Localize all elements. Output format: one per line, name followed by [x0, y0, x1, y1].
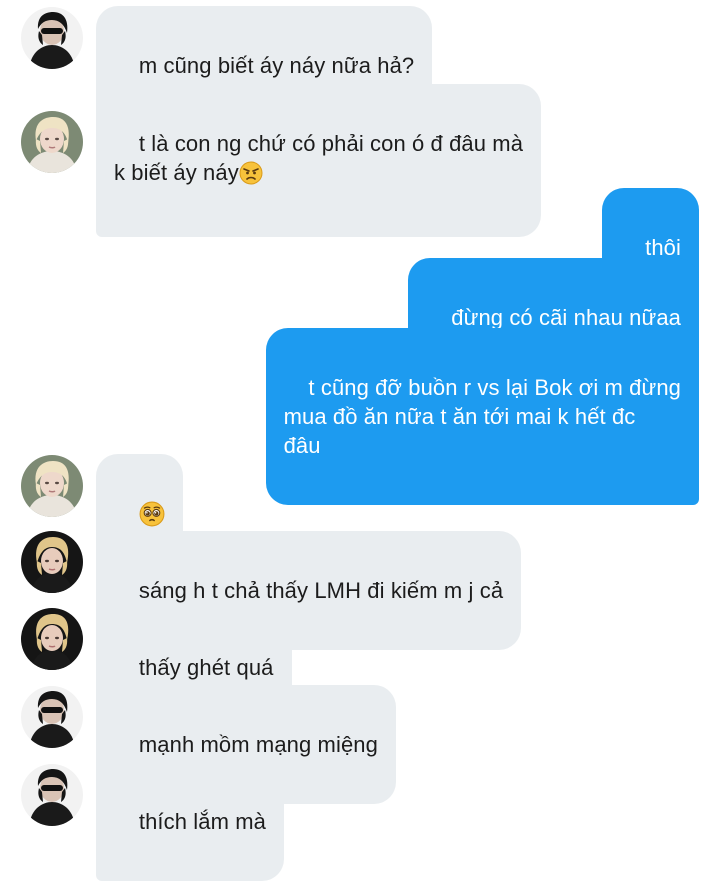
- outgoing-message-bubble[interactable]: t cũng đỡ buồn r vs lại Bok ơi m đừng mu…: [265, 328, 699, 505]
- incoming-message-bubble[interactable]: t là con ng chứ có phải con ó đ đâu mà k…: [96, 84, 542, 237]
- avatar[interactable]: [21, 531, 83, 593]
- message-text: thích lắm mà: [138, 809, 266, 834]
- message-text: thôi: [645, 235, 681, 260]
- message-text: t là con ng chứ có phải con ó đ đâu mà k…: [114, 131, 524, 185]
- avatar[interactable]: [21, 7, 83, 69]
- message-text: m cũng biết áy náy nữa hả?: [138, 53, 415, 78]
- avatar[interactable]: [21, 686, 83, 748]
- avatar[interactable]: [21, 608, 83, 670]
- avatar[interactable]: [21, 455, 83, 517]
- message-text: sáng h t chả thấy LMH đi kiếm m j cả: [138, 578, 504, 603]
- message-text: thấy ghét quá: [138, 655, 274, 680]
- incoming-message-bubble[interactable]: thích lắm mà: [96, 762, 284, 881]
- chat-thread: m cũng biết áy náy nữa hả? t là con ng c…: [0, 0, 720, 881]
- avatar[interactable]: [21, 111, 83, 173]
- message-text: t cũng đỡ buồn r vs lại Bok ơi m đừng mu…: [283, 375, 681, 458]
- message-text: mạnh mồm mạng miệng: [138, 732, 378, 757]
- message-text: đừng có cãi nhau nữaa: [451, 305, 681, 330]
- angry-face-icon: [239, 161, 263, 192]
- pleading-face-icon: [139, 501, 165, 534]
- avatar[interactable]: [21, 764, 83, 826]
